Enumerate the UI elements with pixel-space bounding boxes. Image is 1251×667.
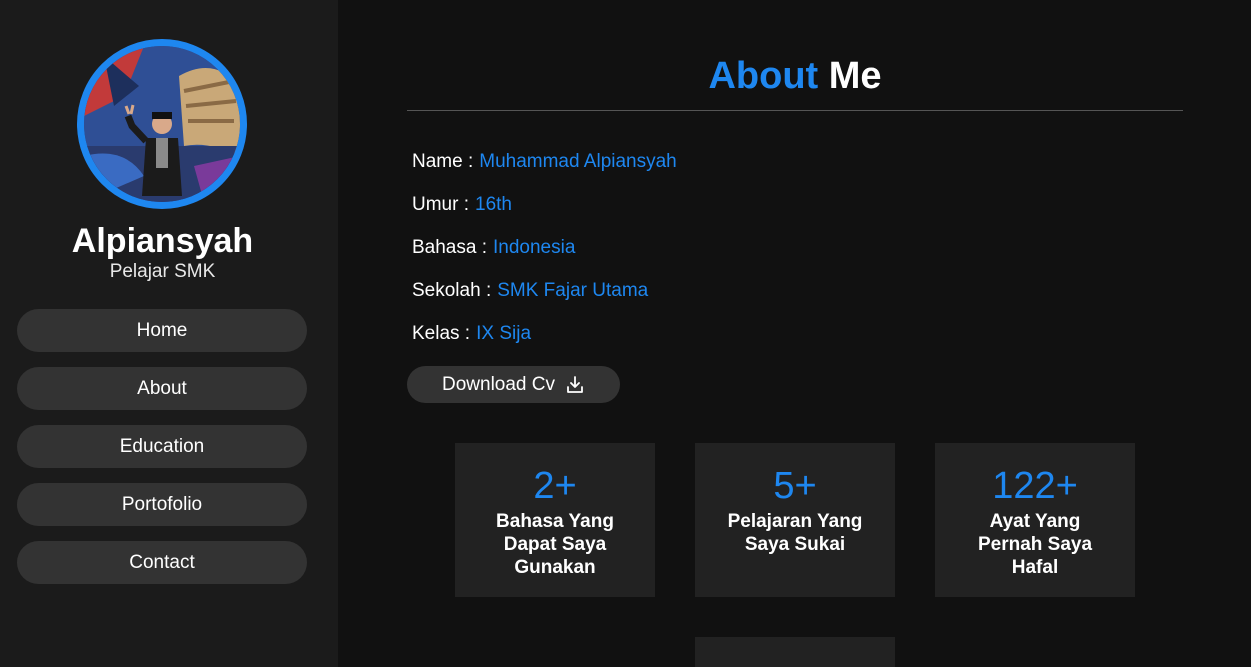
profile-role: Pelajar SMK: [109, 261, 216, 282]
stat-label: Bahasa Yang Dapat Saya Gunakan: [496, 511, 614, 578]
info-row-class: Kelas : IX Sija: [412, 323, 531, 345]
nav-contact-button[interactable]: Contact: [17, 541, 307, 584]
info-label: Name :: [412, 151, 474, 172]
profile-name: Alpiansyah: [71, 222, 254, 260]
nav-about-button[interactable]: About: [17, 367, 307, 410]
info-value: Indonesia: [493, 237, 576, 258]
stat-label: Pelajaran Yang Saya Sukai: [727, 511, 863, 555]
sidebar: Alpiansyah Pelajar SMK Home About Educat…: [0, 0, 338, 667]
info-value: SMK Fajar Utama: [497, 280, 649, 301]
info-value: 16th: [475, 194, 512, 215]
info-row-language: Bahasa : Indonesia: [412, 237, 575, 259]
about-section: About Me Name : Muhammad Alpiansyah Umur …: [338, 0, 1251, 667]
info-row-age: Umur : 16th: [412, 194, 512, 216]
stat-card-partial: [695, 637, 895, 667]
nav-home-button[interactable]: Home: [17, 309, 307, 352]
title-rest: Me: [828, 55, 882, 97]
info-row-school: Sekolah : SMK Fajar Utama: [412, 280, 648, 302]
nav-education-button[interactable]: Education: [17, 425, 307, 468]
title-divider: [407, 110, 1183, 111]
stat-number: 122+: [992, 465, 1078, 507]
title-accent: About: [708, 55, 819, 97]
info-value: IX Sija: [476, 323, 532, 344]
stat-number: 2+: [533, 465, 577, 507]
info-value: Muhammad Alpiansyah: [479, 151, 677, 172]
info-label: Sekolah :: [412, 280, 492, 301]
nav-portofolio-button[interactable]: Portofolio: [17, 483, 307, 526]
stat-label: Ayat Yang Pernah Saya Hafal: [977, 511, 1093, 578]
page: Alpiansyah Pelajar SMK Home About Educat…: [0, 0, 1251, 667]
download-cv-label: Download Cv: [442, 373, 555, 395]
page-title: About Me: [407, 55, 1183, 98]
info-label: Kelas :: [412, 323, 471, 344]
stat-card: 2+ Bahasa Yang Dapat Saya Gunakan: [455, 443, 655, 597]
info-label: Umur :: [412, 194, 469, 215]
download-cv-button[interactable]: Download Cv: [407, 366, 620, 403]
stat-card: 5+ Pelajaran Yang Saya Sukai: [695, 443, 895, 597]
info-row-name: Name : Muhammad Alpiansyah: [412, 151, 677, 173]
profile-avatar: [77, 39, 247, 209]
stat-number: 5+: [773, 465, 817, 507]
stat-card: 122+ Ayat Yang Pernah Saya Hafal: [935, 443, 1135, 597]
info-label: Bahasa :: [412, 237, 487, 258]
download-icon: [567, 375, 583, 393]
profile-photo-icon: [84, 46, 240, 202]
